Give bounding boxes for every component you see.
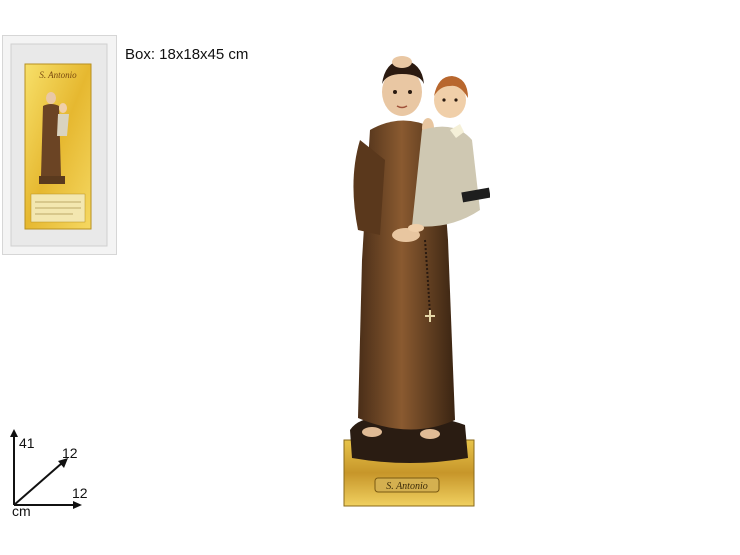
box-size-caption: Box: 18x18x45 cm: [125, 46, 249, 63]
depth-label: 12: [62, 445, 78, 461]
width-label: 12: [72, 485, 88, 501]
box-illustration: S. Antonio: [10, 43, 108, 247]
statue-image: S. Antonio: [330, 40, 491, 510]
height-label: 41: [19, 435, 35, 451]
unit-label: cm: [12, 503, 31, 519]
box-label: S. Antonio: [39, 70, 77, 80]
box-thumbnail: S. Antonio: [2, 35, 117, 255]
dimension-axes: 41 12 12 cm: [0, 425, 110, 525]
statue-plaque: S. Antonio: [386, 481, 427, 492]
